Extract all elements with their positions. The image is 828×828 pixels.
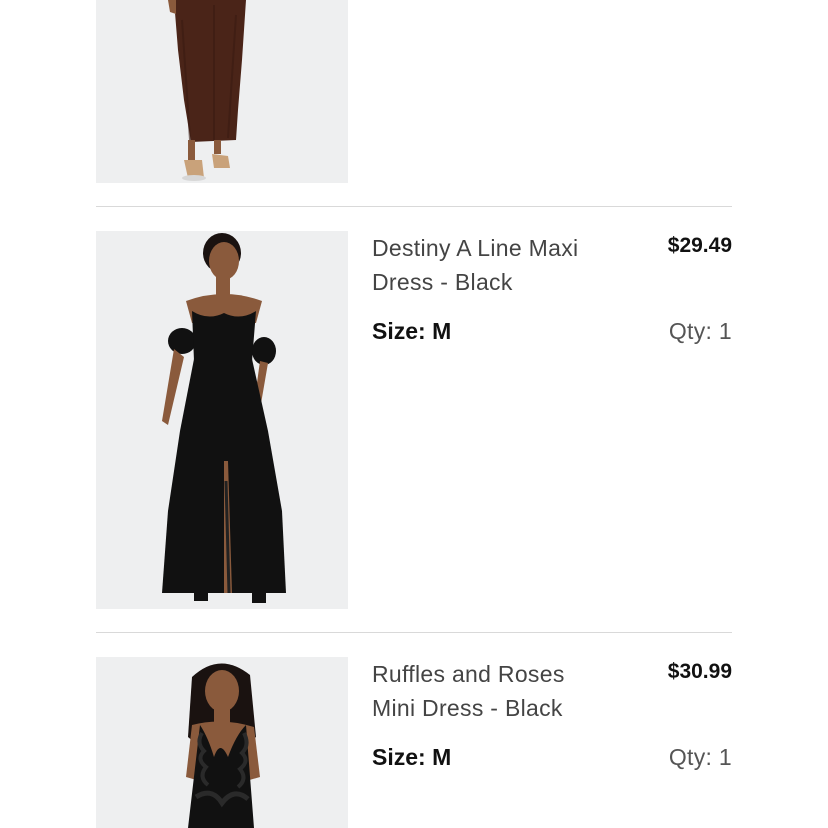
- product-image[interactable]: [96, 657, 348, 828]
- item-divider: [96, 632, 732, 633]
- product-price: $30.99: [667, 660, 732, 683]
- product-quantity: Qty: 1: [668, 318, 732, 344]
- brown-maxi-dress-photo-icon: [96, 0, 348, 183]
- product-price: $29.49: [667, 234, 732, 257]
- black-a-line-maxi-dress-photo-icon: [96, 231, 348, 609]
- product-name-line1: Ruffles and Roses: [372, 661, 565, 687]
- product-name[interactable]: Destiny A Line Maxi Dress - Black: [372, 231, 612, 299]
- product-name-line2: Mini Dress - Black: [372, 695, 563, 721]
- product-image[interactable]: [96, 0, 348, 183]
- product-size: Size: M: [372, 744, 452, 770]
- product-name-line2: Dress - Black: [372, 269, 513, 295]
- item-divider: [96, 206, 732, 207]
- product-name-line1: Destiny A Line Maxi: [372, 235, 579, 261]
- product-name[interactable]: Ruffles and Roses Mini Dress - Black: [372, 657, 612, 725]
- black-ruffle-mini-dress-photo-icon: [96, 657, 348, 828]
- cart-item: Ruffles and Roses Mini Dress - Black $30…: [96, 657, 732, 828]
- product-quantity: Qty: 1: [668, 744, 732, 770]
- product-size: Size: M: [372, 318, 452, 344]
- cart-items-list: Destiny A Line Maxi Dress - Black $29.49…: [0, 0, 828, 828]
- product-image[interactable]: [96, 231, 348, 609]
- cart-item: Destiny A Line Maxi Dress - Black $29.49…: [96, 231, 732, 609]
- cart-item: [96, 0, 732, 183]
